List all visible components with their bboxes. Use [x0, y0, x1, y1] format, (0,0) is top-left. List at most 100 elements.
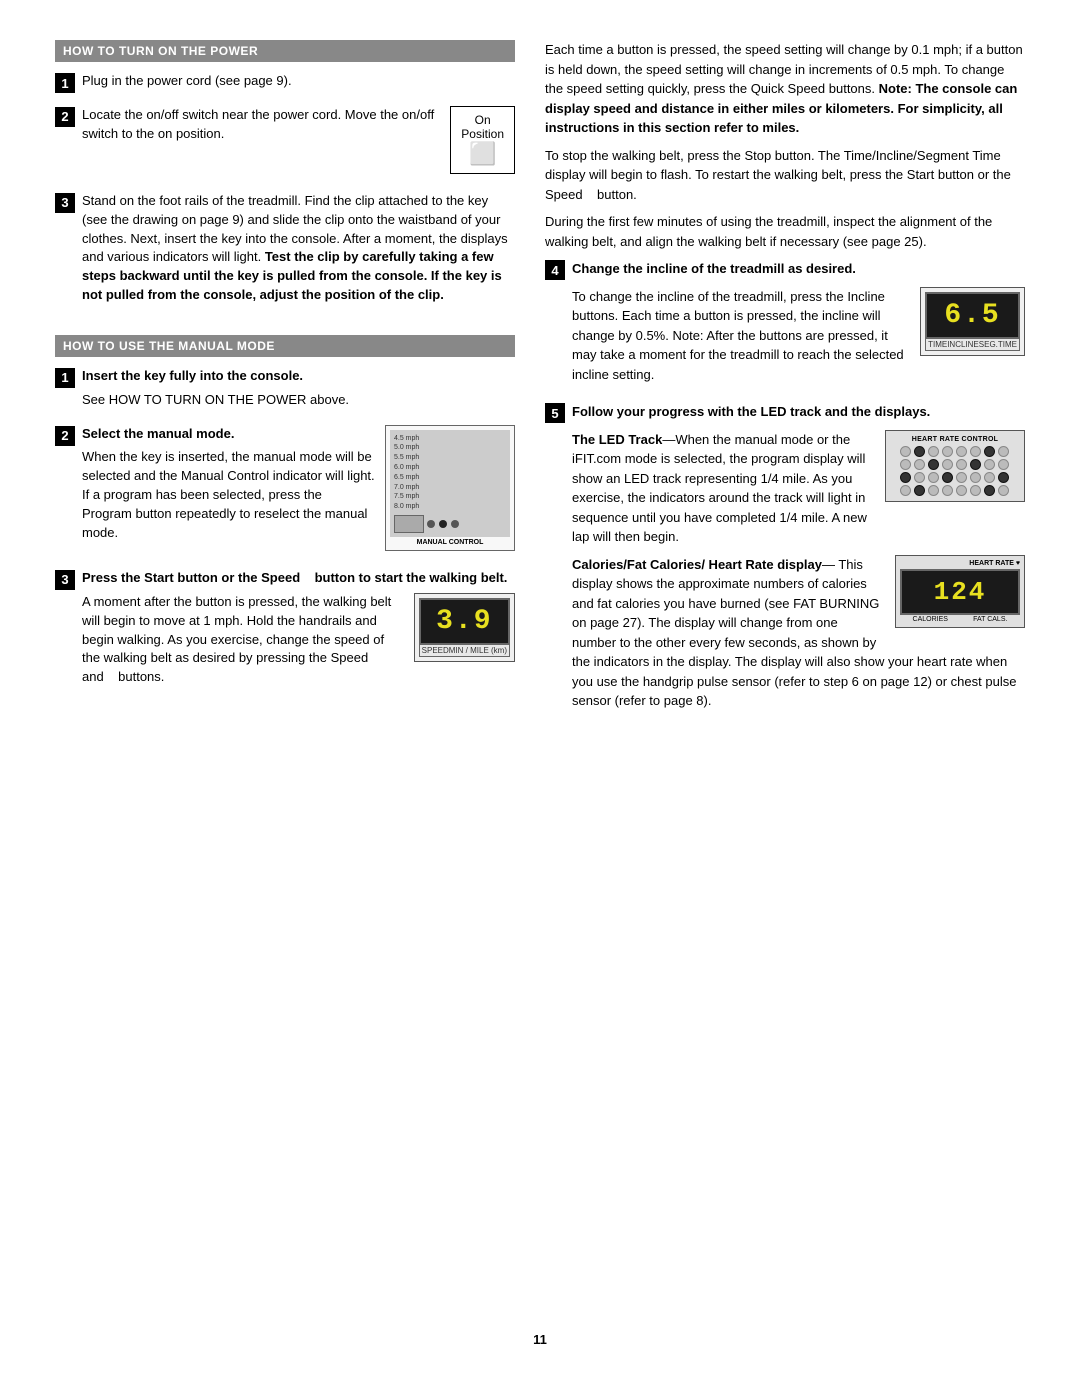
dot — [427, 520, 435, 528]
led-dot — [956, 459, 967, 470]
step-2-power: 2 On Position ⬜ Locate the on/off switch… — [55, 106, 515, 182]
led-dot — [914, 459, 925, 470]
right-step-num-5: 5 — [545, 403, 565, 423]
manual-dots-col — [426, 519, 460, 529]
led-dot — [956, 472, 967, 483]
calories-title: Calories/Fat Calories/ Heart Rate displa… — [572, 557, 822, 572]
manual-step-1-title: Insert the key fully into the console. — [82, 367, 515, 386]
manual-control-label: MANUAL CONTROL — [390, 539, 510, 546]
note-bold: Note: The console can display speed and … — [545, 81, 1017, 135]
led-grid — [891, 446, 1019, 496]
led-dot — [984, 459, 995, 470]
position-label: Position — [461, 127, 504, 141]
section1-header: HOW TO TURN ON THE POWER — [55, 40, 515, 62]
step-1-content: Plug in the power cord (see page 9). — [82, 72, 515, 96]
manual-control-inner: 4.5 mph5.0 mph5.5 mph6.0 mph6.5 mph7.0 m… — [390, 430, 510, 537]
speed-lcd-labels: SPEED MIN / MILE (km) — [419, 645, 510, 657]
led-dot — [928, 485, 939, 496]
switch-icon: ⬜ — [461, 141, 504, 167]
led-dot — [970, 485, 981, 496]
incline-label-seg: SEG.TIME — [979, 340, 1017, 349]
led-dot — [998, 446, 1009, 457]
led-dot — [900, 472, 911, 483]
led-dot — [914, 446, 925, 457]
right-intro-1: Each time a button is pressed, the speed… — [545, 40, 1025, 138]
right-step-4-title: Change the incline of the treadmill as d… — [572, 259, 1025, 279]
manual-indicators — [394, 515, 506, 533]
dot — [439, 520, 447, 528]
incline-display-container: 6.5 TIME INCLINE SEG.TIME — [920, 287, 1025, 356]
manual-step-2-content: 4.5 mph5.0 mph5.5 mph6.0 mph6.5 mph7.0 m… — [82, 425, 515, 559]
manual-display-box — [394, 515, 424, 533]
left-column: HOW TO TURN ON THE POWER 1 Plug in the p… — [55, 40, 515, 1312]
calories-label: CALORIES — [913, 616, 948, 623]
right-column: Each time a button is pressed, the speed… — [545, 40, 1025, 1312]
incline-lcd-labels: TIME INCLINE SEG.TIME — [925, 339, 1020, 351]
led-dot — [914, 472, 925, 483]
led-dot — [998, 472, 1009, 483]
incline-label-time: TIME — [928, 340, 947, 349]
right-step-num-4: 4 — [545, 260, 565, 280]
led-dot — [998, 485, 1009, 496]
manual-step-1-content: Insert the key fully into the console. S… — [82, 367, 515, 415]
led-dot — [998, 459, 1009, 470]
right-step-5-title: Follow your progress with the LED track … — [572, 402, 1025, 422]
step-1-power: 1 Plug in the power cord (see page 9). — [55, 72, 515, 96]
manual-step-3-content: Press the Start button or the Speed butt… — [82, 569, 515, 692]
calories-lcd: 124 — [900, 569, 1020, 615]
led-dot — [942, 459, 953, 470]
dot — [451, 520, 459, 528]
step-3-bold: Test the clip by carefully taking a few … — [82, 249, 502, 302]
incline-lcd: 6.5 — [925, 292, 1020, 339]
led-dot — [942, 472, 953, 483]
manual-step-3: 3 Press the Start button or the Speed bu… — [55, 569, 515, 692]
step-1-text: Plug in the power cord (see page 9). — [82, 72, 515, 91]
right-intro-2: To stop the walking belt, press the Stop… — [545, 146, 1025, 205]
led-dot — [900, 446, 911, 457]
manual-step-1: 1 Insert the key fully into the console.… — [55, 367, 515, 415]
on-position-figure: On Position ⬜ — [450, 106, 515, 174]
manual-step-1-text: See HOW TO TURN ON THE POWER above. — [82, 391, 515, 410]
step-3-content: Stand on the foot rails of the treadmill… — [82, 192, 515, 310]
hr-header: HEART RATE ♥ — [900, 560, 1020, 567]
step-2-content: On Position ⬜ Locate the on/off switch n… — [82, 106, 515, 182]
right-step-4-content: Change the incline of the treadmill as d… — [572, 259, 1025, 392]
lcd-label-speed: SPEED — [422, 646, 449, 655]
calories-section: HEART RATE ♥ 124 CALORIES FAT CALS. Calo… — [572, 555, 1025, 719]
manual-step-num-1: 1 — [55, 368, 75, 388]
incline-label-incline: INCLINE — [947, 340, 979, 349]
manual-step-num-3: 3 — [55, 570, 75, 590]
led-dot — [970, 446, 981, 457]
step-num-2: 2 — [55, 107, 75, 127]
step-3-power: 3 Stand on the foot rails of the treadmi… — [55, 192, 515, 310]
led-dot — [914, 485, 925, 496]
led-track-header: HEART RATE CONTROL — [891, 436, 1019, 443]
right-intro-3: During the first few minutes of using th… — [545, 212, 1025, 251]
led-dot — [900, 459, 911, 470]
speed-display-container: 3.9 SPEED MIN / MILE (km) — [414, 593, 515, 662]
manual-control-figure: 4.5 mph5.0 mph5.5 mph6.0 mph6.5 mph7.0 m… — [385, 425, 515, 551]
led-dot — [900, 485, 911, 496]
led-track-section: HEART RATE CONTROL — [572, 430, 1025, 555]
manual-step-2: 2 4.5 mph5.0 mph5.5 mph6.0 mph6.5 mph7.0… — [55, 425, 515, 559]
led-dot — [956, 485, 967, 496]
led-track-title: The LED Track — [572, 432, 662, 447]
led-dot — [928, 446, 939, 457]
led-dot — [956, 446, 967, 457]
right-step-5: 5 Follow your progress with the LED trac… — [545, 402, 1025, 719]
led-dot — [928, 472, 939, 483]
lcd-label-mile: MIN / MILE (km) — [449, 646, 507, 655]
led-dot — [984, 485, 995, 496]
manual-step-3-title: Press the Start button or the Speed butt… — [82, 569, 515, 588]
led-dot — [970, 459, 981, 470]
page: HOW TO TURN ON THE POWER 1 Plug in the p… — [0, 0, 1080, 1397]
speed-lcd: 3.9 — [419, 598, 510, 645]
on-label: On — [475, 113, 491, 127]
step-num-3: 3 — [55, 193, 75, 213]
section2-header: HOW TO USE THE MANUAL MODE — [55, 335, 515, 357]
manual-dots-row1 — [426, 519, 460, 529]
fat-cals-label: FAT CALS. — [973, 616, 1007, 623]
led-dot — [942, 446, 953, 457]
led-track-figure: HEART RATE CONTROL — [885, 430, 1025, 502]
speed-list: 4.5 mph5.0 mph5.5 mph6.0 mph6.5 mph7.0 m… — [394, 434, 506, 512]
